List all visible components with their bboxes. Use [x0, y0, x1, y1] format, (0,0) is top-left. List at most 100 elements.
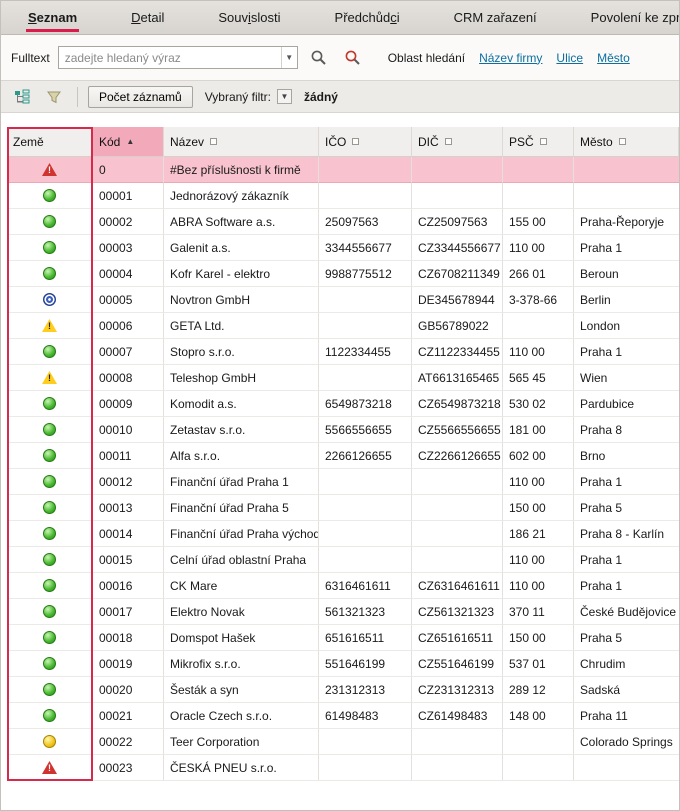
- table-row[interactable]: 00015 Celní úřad oblastní Praha 110 00 P…: [7, 547, 679, 573]
- name-cell: GETA Ltd.: [164, 313, 319, 339]
- table-row[interactable]: 00007 Stopro s.r.o. 1122334455 CZ1122334…: [7, 339, 679, 365]
- column-checkbox-icon[interactable]: [445, 138, 452, 145]
- dic-cell: CZ5566556655: [412, 417, 503, 443]
- table-row[interactable]: 0 #Bez příslušnosti k firmě: [7, 157, 679, 183]
- table-row[interactable]: 00002 ABRA Software a.s. 25097563 CZ2509…: [7, 209, 679, 235]
- city-cell: Praha-Řeporyje: [574, 209, 679, 235]
- column-header-nazev[interactable]: Název: [164, 127, 319, 157]
- table-row[interactable]: 00013 Finanční úřad Praha 5 150 00 Praha…: [7, 495, 679, 521]
- green-icon: [43, 267, 56, 280]
- tab-label: Souvislosti: [216, 3, 282, 32]
- city-cell: Praha 11: [574, 703, 679, 729]
- table-row[interactable]: 00018 Domspot Hašek 651616511 CZ65161651…: [7, 625, 679, 651]
- table-row[interactable]: 00004 Kofr Karel - elektro 9988775512 CZ…: [7, 261, 679, 287]
- tab-detail[interactable]: Detail: [104, 1, 191, 34]
- table-row[interactable]: 00022 Teer Corporation Colorado Springs: [7, 729, 679, 755]
- yellow-warning-icon: [42, 319, 57, 332]
- column-header-label: PSČ: [509, 135, 534, 149]
- dic-cell: CZ551646199: [412, 651, 503, 677]
- psc-cell: 530 02: [503, 391, 574, 417]
- fulltext-label: Fulltext: [11, 51, 50, 65]
- column-header-dic[interactable]: DIČ: [412, 127, 503, 157]
- name-cell: Finanční úřad Praha východ: [164, 521, 319, 547]
- search-in-results-icon[interactable]: [340, 45, 366, 71]
- table-row[interactable]: 00003 Galenit a.s. 3344556677 CZ33445566…: [7, 235, 679, 261]
- psc-cell: [503, 729, 574, 755]
- green-icon: [43, 553, 56, 566]
- yellow-warning-icon: [42, 371, 57, 384]
- tab-predchudci[interactable]: Předchůdci: [308, 1, 427, 34]
- tab-povoleni-ke-zpracovani[interactable]: Povolení ke zpracování: [564, 1, 679, 34]
- record-count-button[interactable]: Počet záznamů: [88, 86, 193, 108]
- column-header-label: Kód: [99, 135, 120, 149]
- input-dropdown-arrow-icon[interactable]: ▼: [281, 47, 297, 68]
- dic-cell: [412, 469, 503, 495]
- selected-filter-dropdown[interactable]: Vybraný filtr: ▼: [199, 86, 298, 108]
- link-nazev-firmy[interactable]: Název firmy: [479, 51, 542, 65]
- dic-cell: [412, 183, 503, 209]
- ico-cell: 551646199: [319, 651, 412, 677]
- table-row[interactable]: 00009 Komodit a.s. 6549873218 CZ65498732…: [7, 391, 679, 417]
- name-cell: Mikrofix s.r.o.: [164, 651, 319, 677]
- dic-cell: CZ25097563: [412, 209, 503, 235]
- table-row[interactable]: 00012 Finanční úřad Praha 1 110 00 Praha…: [7, 469, 679, 495]
- column-checkbox-icon[interactable]: [540, 138, 547, 145]
- table-row[interactable]: 00006 GETA Ltd. GB56789022 London: [7, 313, 679, 339]
- tab-crm-zarazeni[interactable]: CRM zařazení: [427, 1, 564, 34]
- column-header-kod[interactable]: Kód▲: [93, 127, 164, 157]
- filter-icon[interactable]: [41, 84, 67, 110]
- table-row[interactable]: 00011 Alfa s.r.o. 2266126655 CZ226612665…: [7, 443, 679, 469]
- column-header-zeme[interactable]: Země: [7, 127, 93, 157]
- ico-cell: 651616511: [319, 625, 412, 651]
- column-checkbox-icon[interactable]: [210, 138, 217, 145]
- search-icon[interactable]: [306, 45, 332, 71]
- name-cell: Stopro s.r.o.: [164, 339, 319, 365]
- oblast-hledani-label: Oblast hledání: [388, 51, 465, 65]
- column-header-psc[interactable]: PSČ: [503, 127, 574, 157]
- table-row[interactable]: 00017 Elektro Novak 561321323 CZ56132132…: [7, 599, 679, 625]
- fulltext-input[interactable]: [59, 47, 281, 68]
- ico-cell: [319, 183, 412, 209]
- column-checkbox-icon[interactable]: [352, 138, 359, 145]
- dic-cell: [412, 521, 503, 547]
- table-row[interactable]: 00008 Teleshop GmbH AT6613165465 565 45 …: [7, 365, 679, 391]
- table-row[interactable]: 00019 Mikrofix s.r.o. 551646199 CZ551646…: [7, 651, 679, 677]
- code-cell: 00008: [93, 365, 164, 391]
- country-status-cell: [7, 755, 93, 781]
- tab-souvislosti[interactable]: Souvislosti: [191, 1, 307, 34]
- name-cell: Jednorázový zákazník: [164, 183, 319, 209]
- dic-cell: CZ61498483: [412, 703, 503, 729]
- table-row[interactable]: 00010 Zetastav s.r.o. 5566556655 CZ55665…: [7, 417, 679, 443]
- column-header-label: Město: [580, 135, 613, 149]
- column-header-ico[interactable]: IČO: [319, 127, 412, 157]
- ico-cell: [319, 157, 412, 183]
- dic-cell: CZ1122334455: [412, 339, 503, 365]
- column-header-mesto[interactable]: Město: [574, 127, 679, 157]
- dic-cell: CZ651616511: [412, 625, 503, 651]
- companies-table: Země Kód▲ Název IČO DIČ PSČ Město 0 #Bez…: [7, 127, 679, 781]
- table-row[interactable]: 00021 Oracle Czech s.r.o. 61498483 CZ614…: [7, 703, 679, 729]
- country-status-cell: [7, 391, 93, 417]
- green-icon: [43, 657, 56, 670]
- table-row[interactable]: 00014 Finanční úřad Praha východ 186 21 …: [7, 521, 679, 547]
- table-row[interactable]: 00001 Jednorázový zákazník: [7, 183, 679, 209]
- city-cell: Praha 5: [574, 625, 679, 651]
- table-row[interactable]: 00020 Šesták a syn 231312313 CZ231312313…: [7, 677, 679, 703]
- tab-seznam[interactable]: Seznam: [1, 1, 104, 34]
- table-row[interactable]: 00005 Novtron GmbH DE345678944 3-378-66 …: [7, 287, 679, 313]
- city-cell: [574, 157, 679, 183]
- code-cell: 00022: [93, 729, 164, 755]
- city-cell: Beroun: [574, 261, 679, 287]
- city-cell: Wien: [574, 365, 679, 391]
- column-checkbox-icon[interactable]: [619, 138, 626, 145]
- country-status-cell: [7, 625, 93, 651]
- ico-cell: [319, 495, 412, 521]
- country-status-cell: [7, 157, 93, 183]
- dic-cell: GB56789022: [412, 313, 503, 339]
- link-ulice[interactable]: Ulice: [556, 51, 583, 65]
- tree-view-icon[interactable]: [9, 84, 35, 110]
- link-mesto[interactable]: Město: [597, 51, 630, 65]
- table-row[interactable]: 00016 CK Mare 6316461611 CZ6316461611 11…: [7, 573, 679, 599]
- table-row[interactable]: 00023 ČESKÁ PNEU s.r.o.: [7, 755, 679, 781]
- city-cell: Praha 8: [574, 417, 679, 443]
